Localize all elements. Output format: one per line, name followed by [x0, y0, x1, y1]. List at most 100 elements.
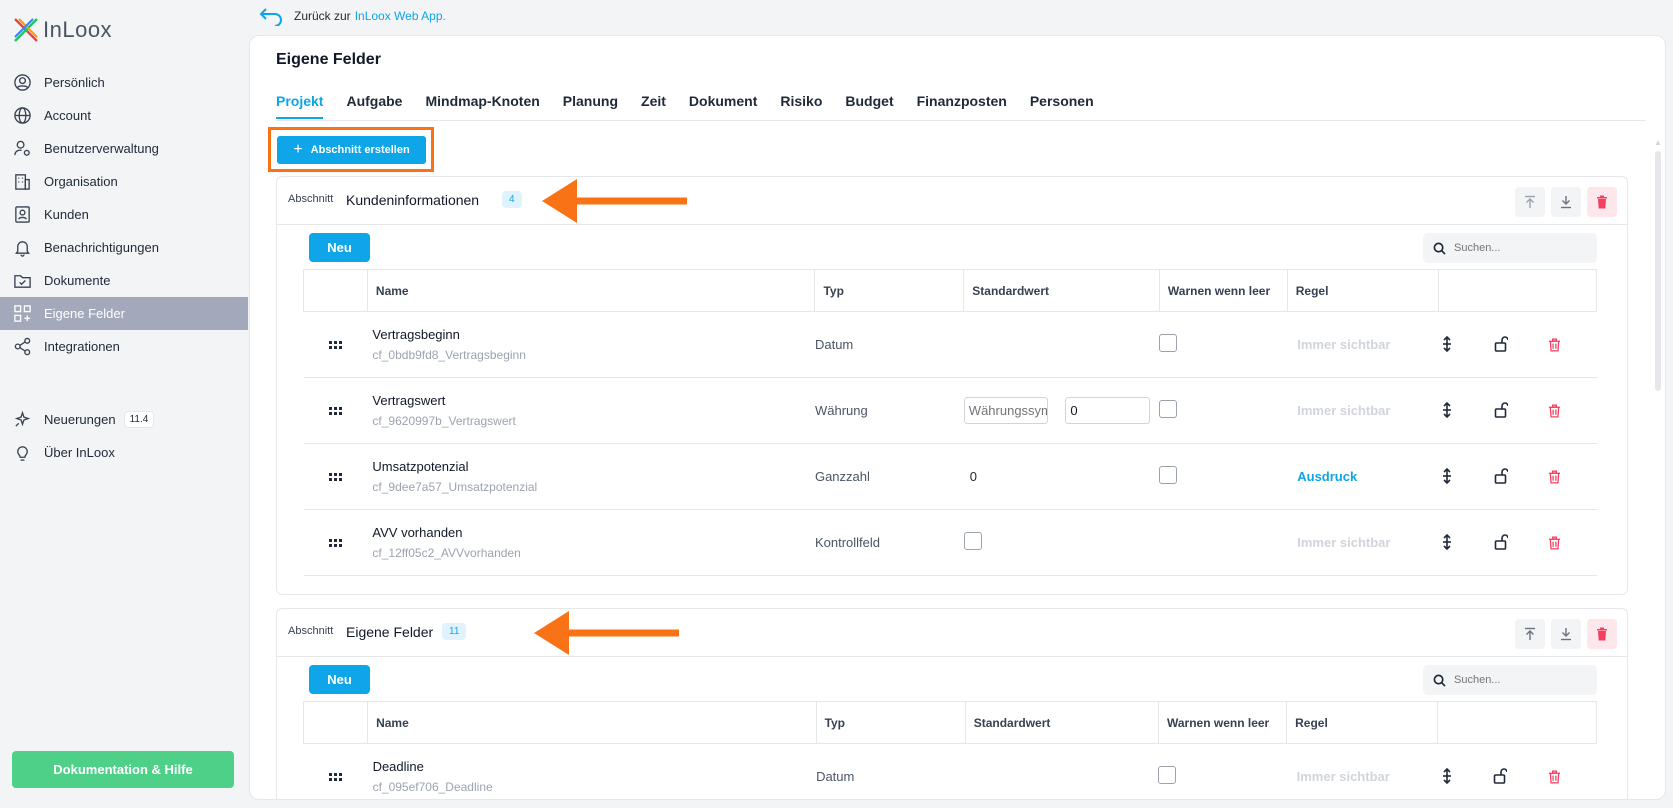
trash-icon [1597, 627, 1607, 641]
rule-value[interactable]: Immer sichtbar [1297, 769, 1390, 784]
tab-budget[interactable]: Budget [845, 93, 893, 119]
unlock-button[interactable] [1492, 401, 1510, 419]
warn-if-empty-checkbox[interactable] [1159, 400, 1178, 418]
download-button[interactable] [1551, 187, 1581, 217]
warn-if-empty-checkbox[interactable] [1158, 766, 1177, 784]
delete-field-button[interactable] [1545, 468, 1563, 486]
scrollbar[interactable] [1655, 151, 1661, 391]
unlock-button[interactable] [1492, 533, 1510, 551]
create-section-button[interactable]: + Abschnitt erstellen [277, 136, 426, 164]
drag-handle[interactable] [303, 509, 368, 576]
field-name[interactable]: Vertragsbeginn [372, 327, 815, 342]
sidebar-item-dokumente[interactable]: Dokumente [0, 264, 248, 297]
move-to-top-button[interactable] [1515, 187, 1545, 217]
sidebar-item-ueber-inloox[interactable]: Über InLoox [0, 436, 248, 469]
sidebar-item-integrationen[interactable]: Integrationen [0, 330, 248, 363]
column-header-standardwert: Standardwert [964, 701, 1159, 744]
field-name[interactable]: Vertragswert [372, 393, 815, 408]
reorder-button[interactable] [1438, 533, 1456, 551]
section-actions [1515, 187, 1617, 217]
tab-risiko[interactable]: Risiko [780, 93, 822, 119]
rule-value[interactable]: Ausdruck [1297, 469, 1357, 484]
rule-value[interactable]: Immer sichtbar [1297, 535, 1390, 550]
column-header-regel: Regel [1286, 701, 1439, 744]
field-name[interactable]: Deadline [373, 759, 817, 774]
reorder-button[interactable] [1438, 401, 1456, 419]
inloox-logo[interactable]: InLoox [13, 17, 112, 43]
column-header-warnen: Warnen wenn leer [1157, 701, 1288, 744]
sidebar-item-benachrichtigungen[interactable]: Benachrichtigungen [0, 231, 248, 264]
field-default[interactable]: 0 [963, 443, 1160, 510]
sidebar-item-persoenlich[interactable]: Persönlich [0, 66, 248, 99]
reorder-button[interactable] [1438, 467, 1456, 485]
scroll-up-icon[interactable]: ▲ [1654, 138, 1662, 147]
delete-field-button[interactable] [1545, 402, 1563, 420]
delete-section-button[interactable] [1587, 619, 1617, 649]
default-value-input[interactable] [1065, 397, 1151, 424]
unlock-button[interactable] [1492, 467, 1510, 485]
section-name[interactable]: Eigene Felder [346, 624, 433, 640]
rule-value[interactable]: Immer sichtbar [1297, 337, 1390, 352]
delete-field-button[interactable] [1545, 336, 1563, 354]
delete-section-button[interactable] [1587, 187, 1617, 217]
new-field-button[interactable]: Neu [309, 665, 370, 694]
tab-aufgabe[interactable]: Aufgabe [346, 93, 402, 119]
tab-dokument[interactable]: Dokument [689, 93, 757, 119]
drag-handle[interactable] [303, 311, 368, 378]
sidebar-item-benutzerverwaltung[interactable]: Benutzerverwaltung [0, 132, 248, 165]
sidebar-item-organisation[interactable]: Organisation [0, 165, 248, 198]
sidebar-item-account[interactable]: Account [0, 99, 248, 132]
drag-grip-icon [328, 407, 342, 415]
unlock-button[interactable] [1492, 335, 1510, 353]
documentation-help-button[interactable]: Dokumentation & Hilfe [12, 751, 234, 788]
reorder-button[interactable] [1438, 335, 1456, 353]
section-header: Abschnitt Kundeninformationen 4 [277, 177, 1627, 225]
download-button[interactable] [1551, 619, 1581, 649]
tab-finanzposten[interactable]: Finanzposten [917, 93, 1007, 119]
field-id: cf_9dee7a57_Umsatzpotenzial [372, 480, 538, 494]
rule-value[interactable]: Immer sichtbar [1297, 403, 1390, 418]
sidebar-item-kunden[interactable]: Kunden [0, 198, 248, 231]
drag-handle[interactable] [303, 377, 368, 444]
drag-handle[interactable] [303, 443, 368, 510]
tab-zeit[interactable]: Zeit [641, 93, 666, 119]
move-to-top-button[interactable] [1515, 619, 1545, 649]
drag-handle[interactable] [303, 743, 368, 799]
search-icon [1433, 242, 1446, 255]
search-box[interactable] [1423, 233, 1597, 263]
unlock-button[interactable] [1491, 767, 1509, 785]
default-value-checkbox[interactable] [963, 532, 982, 550]
field-type: Datum [816, 743, 966, 799]
delete-field-button[interactable] [1545, 768, 1563, 786]
new-field-button[interactable]: Neu [309, 233, 370, 262]
drag-grip-icon [328, 539, 342, 547]
sidebar-item-label: Neuerungen [44, 412, 116, 427]
tab-planung[interactable]: Planung [563, 93, 618, 119]
sidebar-item-label: Kunden [44, 207, 89, 222]
sidebar-item-label: Organisation [44, 174, 118, 189]
unlock-icon [1494, 467, 1508, 484]
arrow-top-icon [1525, 195, 1535, 208]
sidebar: InLoox Persönlich Account Benutzerverwal… [0, 0, 248, 808]
warn-if-empty-checkbox[interactable] [1159, 334, 1178, 352]
reorder-button[interactable] [1438, 767, 1456, 785]
back-link[interactable]: Zurück zur InLoox Web App. [258, 6, 446, 26]
search-input[interactable] [1454, 674, 1584, 686]
tab-bar: Projekt Aufgabe Mindmap-Knoten Planung Z… [276, 93, 1117, 119]
download-icon [1561, 628, 1571, 641]
currency-symbol-input[interactable] [963, 397, 1048, 424]
search-input[interactable] [1454, 242, 1584, 254]
search-box[interactable] [1423, 665, 1597, 695]
delete-field-button[interactable] [1545, 534, 1563, 552]
tab-personen[interactable]: Personen [1030, 93, 1094, 119]
sidebar-item-neuerungen[interactable]: Neuerungen 11.4 [0, 403, 248, 436]
back-app-link[interactable]: InLoox Web App. [355, 9, 446, 23]
contact-card-icon [15, 206, 30, 223]
tab-projekt[interactable]: Projekt [276, 93, 324, 119]
section-name[interactable]: Kundeninformationen [346, 192, 479, 208]
tab-mindmap-knoten[interactable]: Mindmap-Knoten [425, 93, 539, 119]
field-name[interactable]: Umsatzpotenzial [372, 459, 815, 474]
field-name[interactable]: AVV vorhanden [372, 525, 815, 540]
warn-if-empty-checkbox[interactable] [1159, 466, 1178, 484]
sidebar-item-eigene-felder[interactable]: Eigene Felder [0, 297, 248, 330]
